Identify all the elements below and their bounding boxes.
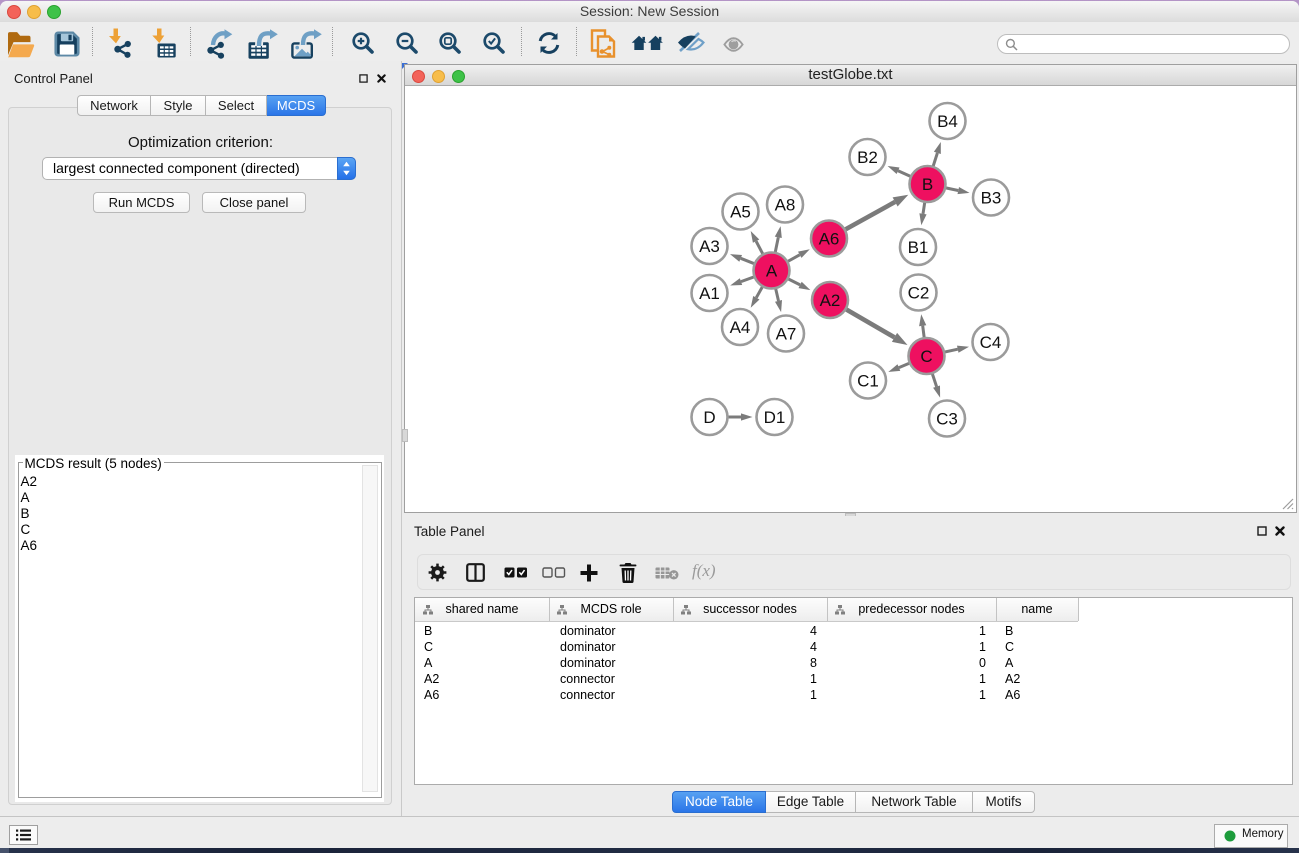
- svg-text:B: B: [922, 175, 933, 194]
- svg-text:A7: A7: [776, 325, 797, 344]
- svg-text:A4: A4: [730, 318, 751, 337]
- svg-text:A3: A3: [699, 237, 720, 256]
- svg-text:A8: A8: [775, 196, 796, 215]
- svg-text:C1: C1: [857, 372, 879, 391]
- svg-text:C: C: [920, 347, 932, 366]
- svg-text:C4: C4: [980, 333, 1002, 352]
- svg-text:A2: A2: [820, 291, 841, 310]
- svg-text:A5: A5: [730, 203, 751, 222]
- svg-text:B2: B2: [857, 148, 878, 167]
- svg-text:B3: B3: [981, 189, 1002, 208]
- svg-text:B4: B4: [937, 112, 958, 131]
- svg-text:A6: A6: [819, 230, 840, 249]
- svg-text:C3: C3: [936, 410, 958, 429]
- svg-text:A: A: [766, 262, 778, 281]
- svg-text:C2: C2: [908, 284, 930, 303]
- svg-text:D1: D1: [764, 408, 786, 427]
- svg-text:B1: B1: [908, 238, 929, 257]
- svg-text:D: D: [703, 408, 715, 427]
- svg-text:A1: A1: [699, 284, 720, 303]
